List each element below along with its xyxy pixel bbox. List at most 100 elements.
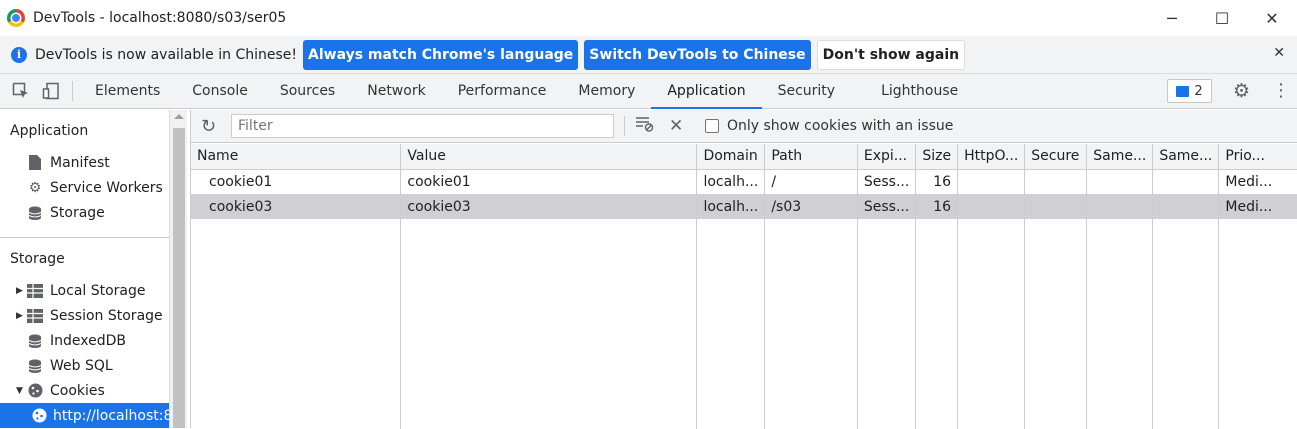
expand-arrow-icon[interactable]: ▶ — [16, 286, 26, 296]
expand-arrow-icon[interactable]: ▶ — [16, 311, 26, 321]
sidebar-item-cookie-origin[interactable]: http://localhost:8080 — [0, 403, 169, 428]
column-header-expires[interactable]: Expi... — [856, 144, 916, 169]
tab-performance[interactable]: Performance — [442, 74, 563, 108]
tab-console[interactable]: Console — [176, 74, 264, 108]
sidebar-item-local-storage[interactable]: ▶ Local Storage — [0, 278, 169, 303]
cell-httponly — [957, 169, 1025, 194]
column-header-samesite[interactable]: Same... — [1086, 144, 1153, 169]
maximize-button[interactable]: ☐ — [1197, 0, 1247, 36]
filter-input[interactable]: Filter — [231, 114, 614, 138]
sidebar-item-service-workers[interactable]: ⚙ Service Workers — [0, 175, 169, 200]
application-sidebar: Application Manifest ⚙ Service Workers S… — [0, 110, 169, 428]
collapse-arrow-icon[interactable]: ▼ — [16, 386, 26, 396]
tab-security[interactable]: Security — [762, 74, 866, 108]
minimize-button[interactable]: ─ — [1147, 0, 1197, 36]
column-header-priority[interactable]: Prio... — [1218, 144, 1297, 169]
cell-sameparty — [1152, 194, 1219, 219]
sidebar-scrollbar[interactable] — [169, 110, 187, 428]
sidebar-heading-storage: Storage — [10, 251, 65, 267]
tab-sources[interactable]: Sources — [264, 74, 351, 108]
cell-expires: Sess... — [856, 169, 916, 194]
scrollbar-thumb[interactable] — [173, 128, 185, 428]
window-title: DevTools - localhost:8080/s03/ser05 — [33, 10, 287, 26]
scroll-up-arrow-icon[interactable] — [174, 114, 184, 119]
sidebar-item-label: Web SQL — [50, 357, 113, 374]
sidebar-item-session-storage[interactable]: ▶ Session Storage — [0, 303, 169, 328]
language-infobar: i DevTools is now available in Chinese! … — [0, 36, 1297, 74]
issues-message-icon — [1176, 85, 1190, 97]
database-icon — [26, 205, 44, 221]
table-row[interactable]: cookie01 cookie01 localh... / Sess... 16… — [191, 169, 1297, 194]
sidebar-item-label: Session Storage — [50, 307, 163, 324]
cell-name: cookie01 — [209, 173, 273, 190]
clear-all-cookies-icon[interactable]: ✕ — [669, 116, 691, 136]
cell-secure — [1024, 169, 1087, 194]
device-toolbar-icon[interactable] — [36, 74, 66, 108]
close-window-button[interactable]: ✕ — [1247, 0, 1297, 36]
toolbar-divider — [72, 81, 73, 101]
sidebar-item-label: Service Workers — [50, 179, 163, 196]
tab-network[interactable]: Network — [351, 74, 441, 108]
cell-expires: Sess... — [856, 194, 916, 219]
table-empty-area — [191, 219, 1297, 429]
column-header-path[interactable]: Path — [764, 144, 858, 169]
more-options-icon[interactable]: ⋮ — [1272, 80, 1290, 101]
cell-value: cookie03 — [400, 194, 697, 219]
database-icon — [26, 358, 44, 374]
sidebar-item-label: Cookies — [50, 382, 105, 399]
column-header-secure[interactable]: Secure — [1024, 144, 1087, 169]
cookies-filterbar: ↻ Filter ✕ Only show cookies with an iss… — [191, 110, 1297, 143]
cell-httponly — [957, 194, 1025, 219]
clear-filtered-cookies-icon[interactable] — [635, 116, 657, 136]
refresh-icon[interactable]: ↻ — [201, 116, 223, 137]
cell-path: /s03 — [764, 194, 858, 219]
issues-button[interactable]: 2 — [1167, 79, 1212, 103]
switch-chinese-button[interactable]: Switch DevTools to Chinese — [584, 39, 811, 70]
table-icon — [26, 308, 44, 324]
column-header-size[interactable]: Size — [915, 144, 958, 169]
database-icon — [26, 333, 44, 349]
sidebar-item-label: IndexedDB — [50, 332, 126, 349]
tab-elements[interactable]: Elements — [79, 74, 176, 108]
sidebar-item-label: Manifest — [50, 154, 110, 171]
column-header-name[interactable]: Name — [191, 144, 401, 169]
only-issues-checkbox[interactable] — [705, 119, 719, 133]
settings-gear-icon[interactable]: ⚙ — [1233, 80, 1250, 102]
column-header-sameparty[interactable]: Same... — [1152, 144, 1219, 169]
sidebar-item-manifest[interactable]: Manifest — [0, 150, 169, 175]
document-icon — [26, 155, 44, 171]
column-header-value[interactable]: Value — [400, 144, 697, 169]
cell-priority: Medi... — [1218, 169, 1297, 194]
sidebar-item-label: http://localhost:8080 — [53, 407, 169, 424]
sidebar-item-web-sql[interactable]: Web SQL — [0, 353, 169, 378]
match-language-button[interactable]: Always match Chrome's language — [303, 39, 579, 70]
only-issues-label: Only show cookies with an issue — [727, 118, 954, 134]
cell-path: / — [764, 169, 858, 194]
cookie-icon — [32, 408, 47, 424]
gear-icon: ⚙ — [28, 179, 42, 196]
tab-lighthouse[interactable]: Lighthouse — [865, 74, 974, 108]
tab-memory[interactable]: Memory — [562, 74, 651, 108]
table-icon — [26, 283, 44, 299]
column-header-domain[interactable]: Domain — [696, 144, 765, 169]
tab-application[interactable]: Application — [651, 74, 762, 109]
sidebar-item-indexeddb[interactable]: IndexedDB — [0, 328, 169, 353]
infobar-close-icon[interactable]: ✕ — [1273, 45, 1285, 61]
cell-size: 16 — [915, 194, 958, 219]
inspect-element-icon[interactable] — [6, 74, 36, 108]
infobar-message: DevTools is now available in Chinese! — [35, 46, 297, 63]
dont-show-again-button[interactable]: Don't show again — [816, 39, 966, 70]
cookie-icon — [26, 383, 44, 399]
cell-secure — [1024, 194, 1087, 219]
sidebar-item-cookies[interactable]: ▼ Cookies — [0, 378, 169, 403]
sidebar-item-storage[interactable]: Storage — [0, 200, 169, 225]
sidebar-divider — [0, 237, 169, 238]
cell-samesite — [1086, 194, 1153, 219]
toolbar-divider — [624, 116, 625, 136]
sidebar-item-label: Local Storage — [50, 282, 146, 299]
column-header-httponly[interactable]: HttpO... — [957, 144, 1025, 169]
cell-size: 16 — [915, 169, 958, 194]
table-row-selected[interactable]: cookie03 cookie03 localh... /s03 Sess...… — [191, 194, 1297, 219]
cell-domain: localh... — [696, 169, 765, 194]
table-header-row: Name Value Domain Path Expi... Size Http… — [191, 144, 1297, 169]
